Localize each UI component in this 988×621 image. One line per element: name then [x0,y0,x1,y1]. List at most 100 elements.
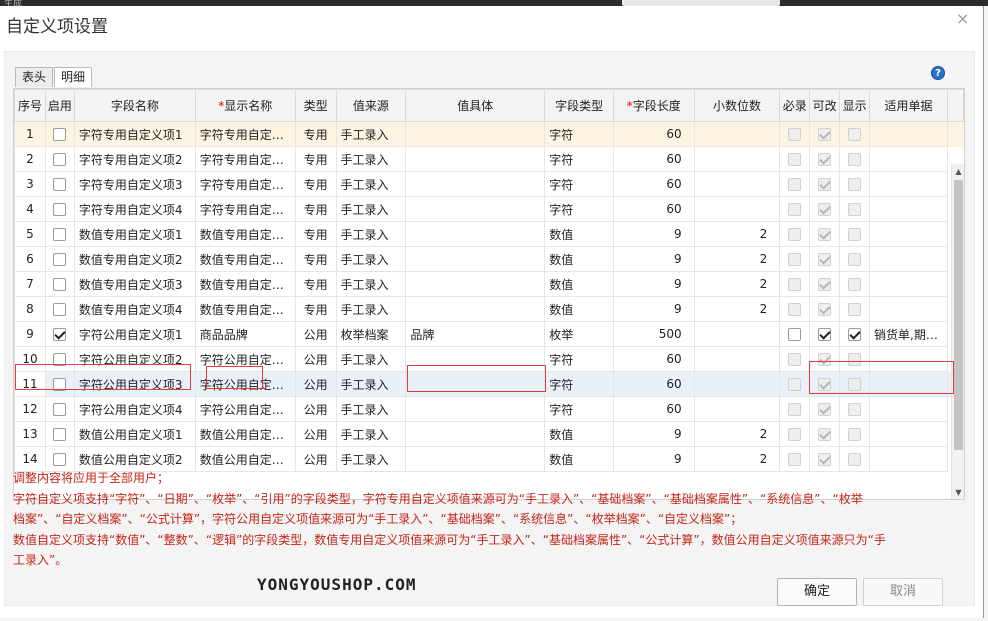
field-length-cell[interactable]: 9 [612,271,695,297]
decimals-cell[interactable] [693,196,781,222]
field-type-cell[interactable]: 数值 [544,246,614,272]
table-row[interactable]: 12 字符公用自定义项4 字符公用自定… 公用 手工录入 字符 60 [14,396,964,422]
field-length-cell[interactable]: 60 [612,171,695,197]
value-source-cell[interactable]: 手工录入 [335,371,407,397]
field-length-cell[interactable]: 9 [612,221,695,247]
enabled-checkbox[interactable] [53,328,67,341]
field-length-cell[interactable]: 60 [612,196,695,222]
display-name-cell[interactable]: 数值专用自定… [194,246,296,272]
applicable-docs-cell[interactable] [869,396,948,422]
value-source-cell[interactable]: 手工录入 [335,196,407,222]
value-source-cell[interactable]: 手工录入 [335,246,407,272]
applicable-docs-cell[interactable] [869,146,948,172]
tab-header[interactable]: 表头 [15,67,54,87]
value-detail-cell[interactable] [405,146,546,172]
table-row[interactable]: 7 数值专用自定义项3 数值专用自定… 专用 手工录入 数值 9 2 [14,271,964,297]
value-detail-cell[interactable] [405,396,546,422]
display-name-cell[interactable]: 字符专用自定… [194,171,296,197]
field-length-cell[interactable]: 9 [612,421,695,447]
field-type-cell[interactable]: 字符 [544,171,614,197]
enabled-checkbox[interactable] [53,203,67,216]
display-name-cell[interactable]: 字符专用自定… [194,121,296,147]
value-detail-cell[interactable] [405,346,546,372]
value-detail-cell[interactable] [405,121,546,147]
field-length-cell[interactable]: 60 [612,121,695,147]
field-length-cell[interactable]: 60 [612,371,695,397]
display-name-cell[interactable]: 商品品牌 [194,321,296,347]
decimals-cell[interactable] [693,371,781,397]
value-source-cell[interactable]: 手工录入 [335,146,407,172]
enabled-checkbox[interactable] [53,228,67,241]
field-type-cell[interactable]: 数值 [544,421,614,447]
field-type-cell[interactable]: 数值 [544,221,614,247]
enabled-checkbox[interactable] [53,153,67,166]
display-name-cell[interactable]: 数值专用自定… [194,221,296,247]
applicable-docs-cell[interactable] [869,371,948,397]
value-detail-cell[interactable]: 品牌 [405,321,546,347]
value-detail-cell[interactable] [405,296,546,322]
applicable-docs-cell[interactable] [869,271,948,297]
display-name-cell[interactable]: 数值专用自定… [194,296,296,322]
table-row[interactable]: 5 数值专用自定义项1 数值专用自定… 专用 手工录入 数值 9 2 [14,221,964,247]
value-source-cell[interactable]: 手工录入 [335,171,407,197]
applicable-docs-cell[interactable] [869,121,948,147]
field-type-cell[interactable]: 字符 [544,121,614,147]
decimals-cell[interactable] [693,346,781,372]
applicable-docs-cell[interactable] [869,421,948,447]
decimals-cell[interactable] [693,171,781,197]
cancel-button[interactable]: 取消 [863,578,943,606]
field-type-cell[interactable]: 字符 [544,371,614,397]
field-type-cell[interactable]: 字符 [544,396,614,422]
enabled-checkbox[interactable] [53,453,67,466]
table-row[interactable]: 10 字符公用自定义项2 字符公用自定… 公用 手工录入 字符 60 [14,346,964,372]
required-checkbox[interactable] [788,328,802,341]
enabled-checkbox[interactable] [53,278,67,291]
field-length-cell[interactable]: 60 [612,396,695,422]
applicable-docs-cell[interactable] [869,246,948,272]
table-row[interactable]: 6 数值专用自定义项2 数值专用自定… 专用 手工录入 数值 9 2 [14,246,964,272]
value-source-cell[interactable]: 枚举档案 [335,321,407,347]
enabled-checkbox[interactable] [53,303,67,316]
decimals-cell[interactable] [693,121,781,147]
applicable-docs-cell[interactable] [869,196,948,222]
display-name-cell[interactable]: 字符公用自定… [194,371,296,397]
visible-checkbox[interactable] [848,328,862,341]
enabled-checkbox[interactable] [53,128,67,141]
decimals-cell[interactable]: 2 [693,221,781,247]
field-type-cell[interactable]: 字符 [544,146,614,172]
table-row[interactable]: 13 数值公用自定义项1 数值公用自定… 公用 手工录入 数值 9 2 [14,421,964,447]
applicable-docs-cell[interactable] [869,296,948,322]
table-row[interactable]: 11 字符公用自定义项3 字符公用自定… 公用 手工录入 字符 60 [14,371,964,397]
value-source-cell[interactable]: 手工录入 [335,121,407,147]
field-length-cell[interactable]: 9 [612,296,695,322]
tab-detail[interactable]: 明细 [54,67,93,87]
confirm-button[interactable]: 确定 [777,578,857,606]
table-row[interactable]: 3 字符专用自定义项3 字符专用自定… 专用 手工录入 字符 60 [14,171,964,197]
enabled-checkbox[interactable] [53,428,67,441]
close-icon[interactable]: × [956,9,969,28]
decimals-cell[interactable] [693,321,781,347]
field-length-cell[interactable]: 60 [612,146,695,172]
value-source-cell[interactable]: 手工录入 [335,421,407,447]
decimals-cell[interactable]: 2 [693,296,781,322]
display-name-cell[interactable]: 数值专用自定… [194,271,296,297]
decimals-cell[interactable]: 2 [693,271,781,297]
value-detail-cell[interactable] [405,371,546,397]
value-detail-cell[interactable] [405,246,546,272]
applicable-docs-cell[interactable]: 销货单,期… [869,321,948,347]
table-row[interactable]: 8 数值专用自定义项4 数值专用自定… 专用 手工录入 数值 9 2 [14,296,964,322]
value-source-cell[interactable]: 手工录入 [335,346,407,372]
field-length-cell[interactable]: 500 [612,321,695,347]
display-name-cell[interactable]: 字符公用自定… [194,396,296,422]
field-type-cell[interactable]: 字符 [544,346,614,372]
table-row[interactable]: 1 字符专用自定义项1 字符专用自定… 专用 手工录入 字符 60 [14,121,964,147]
field-length-cell[interactable]: 9 [612,246,695,272]
value-source-cell[interactable]: 手工录入 [335,296,407,322]
scroll-up-icon[interactable]: ▲ [952,165,964,178]
applicable-docs-cell[interactable] [869,171,948,197]
display-name-cell[interactable]: 数值公用自定… [194,421,296,447]
applicable-docs-cell[interactable] [869,346,948,372]
value-detail-cell[interactable] [405,196,546,222]
applicable-docs-cell[interactable] [869,221,948,247]
enabled-checkbox[interactable] [53,378,67,391]
